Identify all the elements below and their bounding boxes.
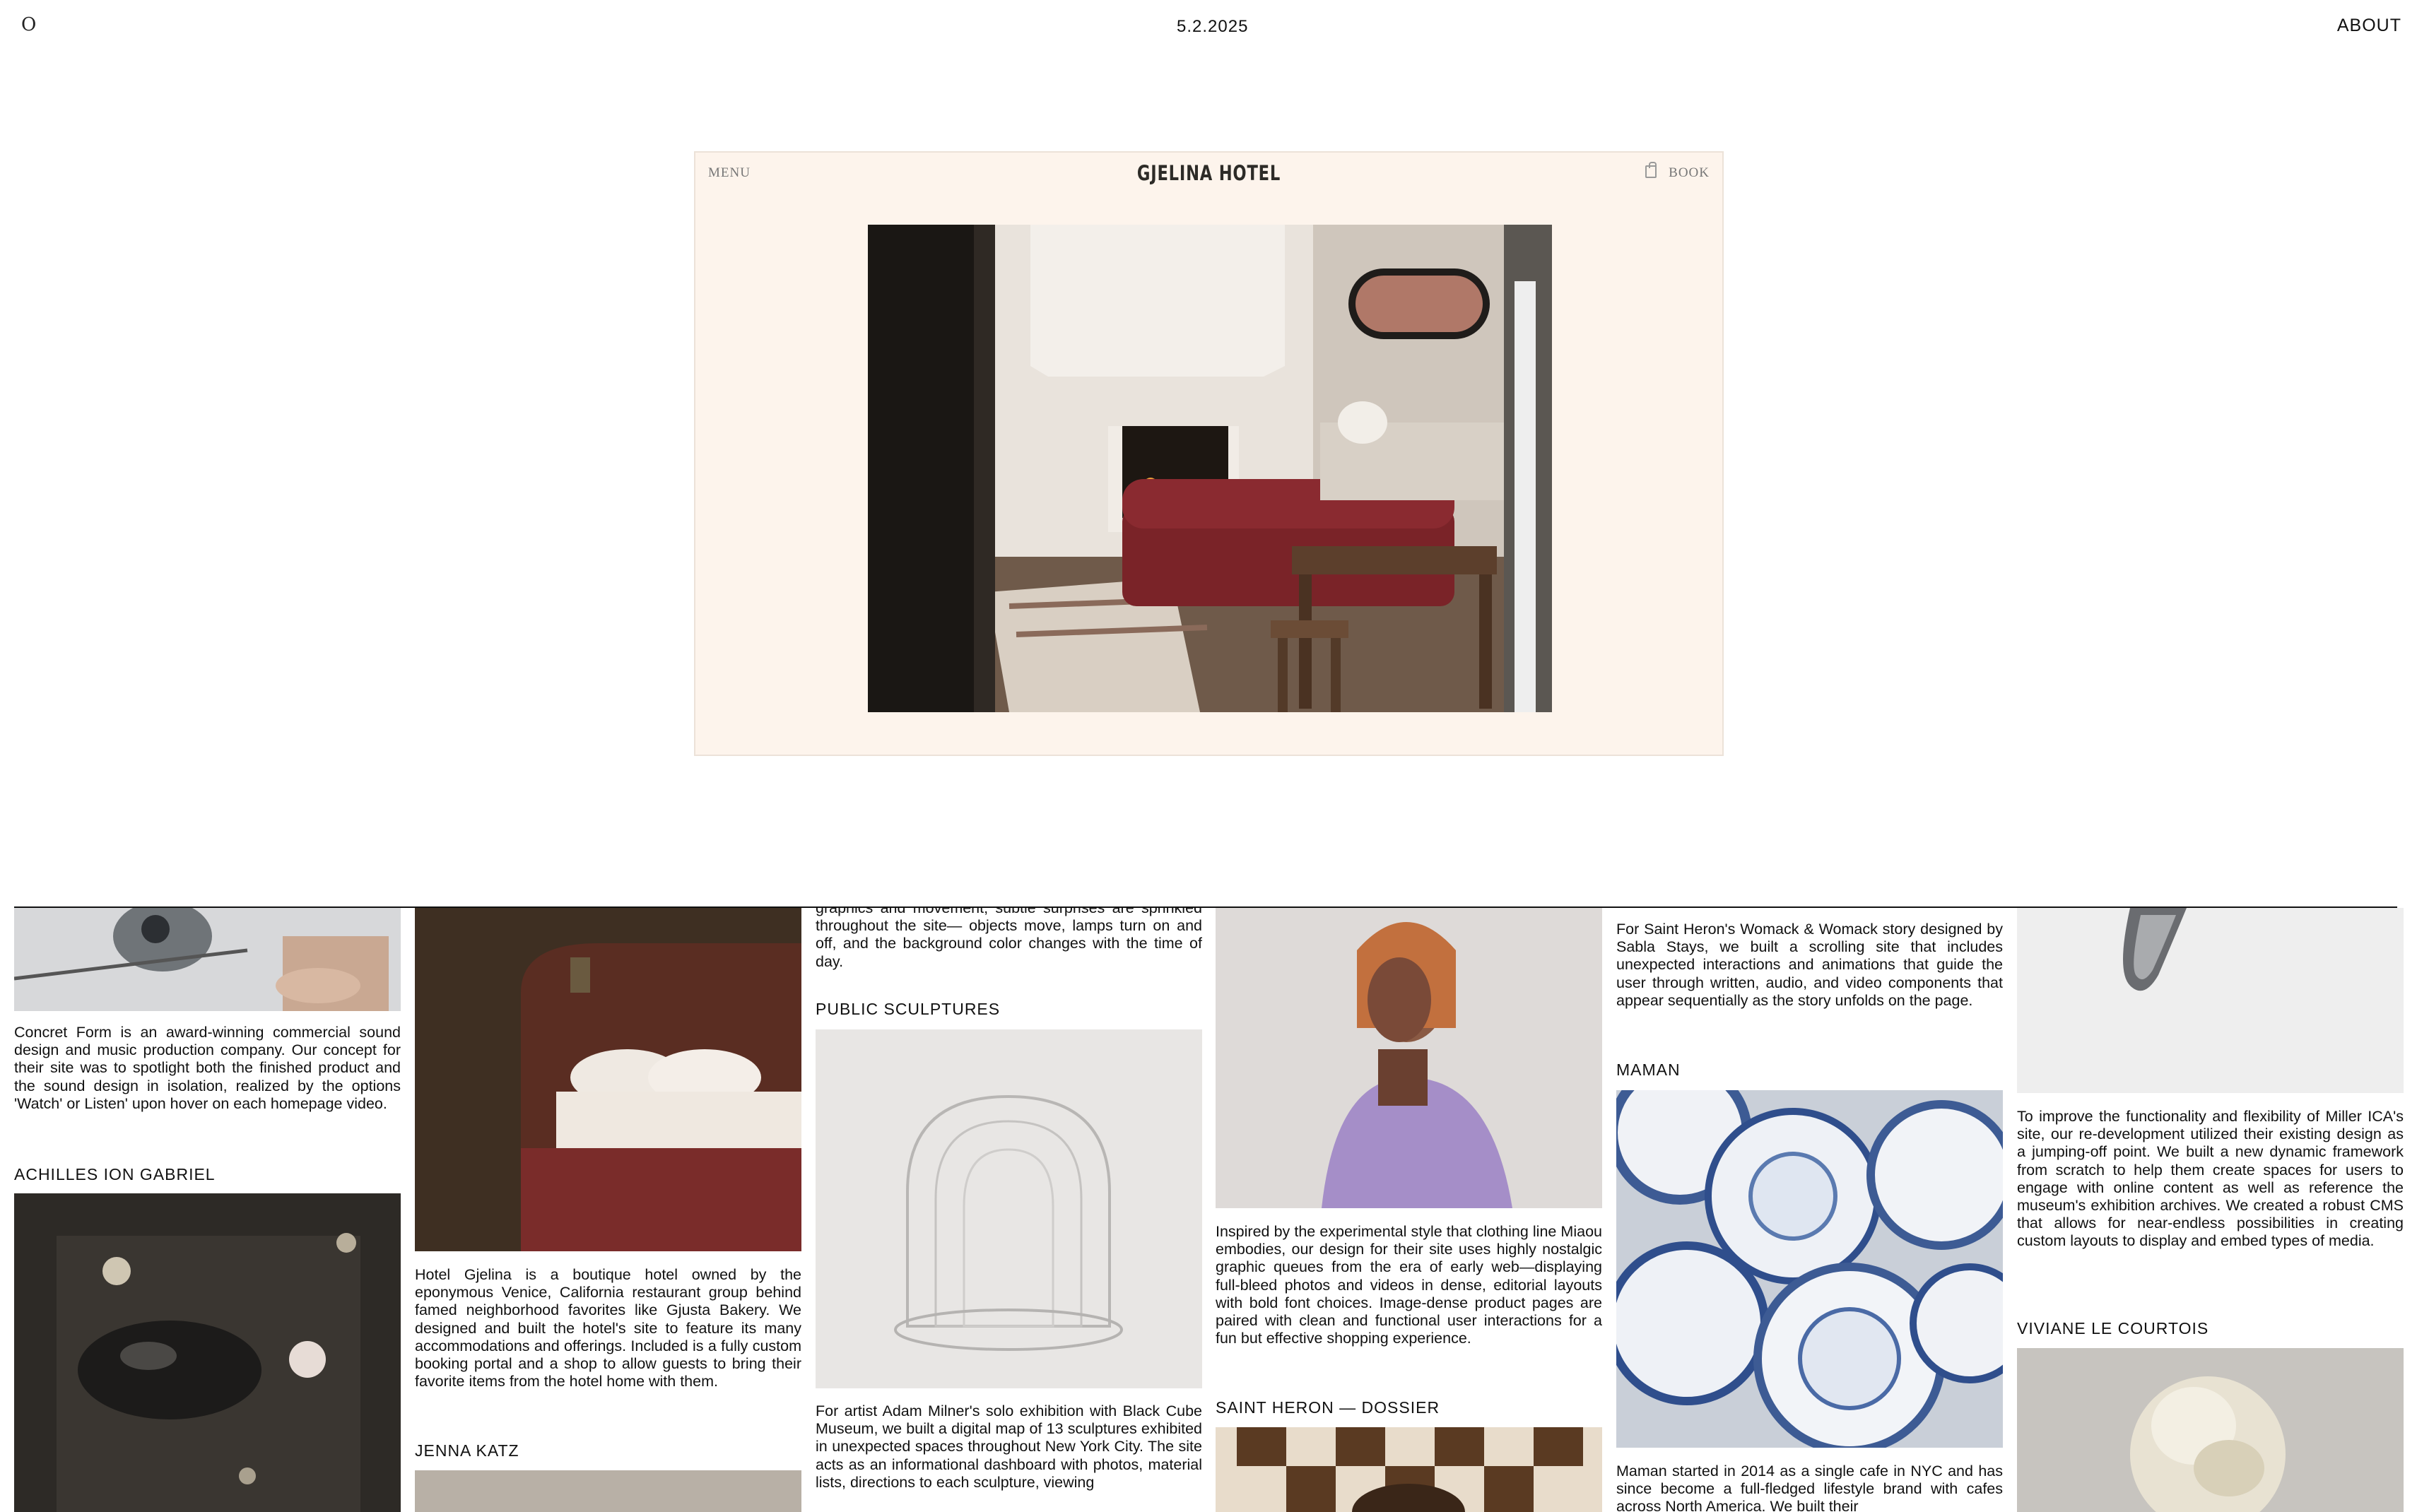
project-image-viviane-le-courtois[interactable] [2017, 1348, 2404, 1512]
project-image-achilles[interactable] [14, 1193, 401, 1512]
project-image-miller-ica[interactable] [2017, 908, 2404, 1093]
site-logo[interactable]: O [21, 14, 36, 35]
project-column: Concret Form is an award-winning commerc… [14, 908, 401, 1512]
project-image-public-sculptures[interactable] [816, 1029, 1202, 1388]
about-link[interactable]: ABOUT [2337, 16, 2401, 36]
project-title[interactable]: SAINT HERON — DOSSIER [1216, 1398, 1440, 1417]
project-description: For artist Adam Milner's solo exhibition… [816, 1402, 1202, 1491]
project-title[interactable]: ACHILLES ION GABRIEL [14, 1165, 216, 1184]
featured-site-preview[interactable]: MENU GJELINA HOTEL BOOK [694, 151, 1724, 756]
project-description: Hotel Gjelina is a boutique hotel owned … [415, 1266, 801, 1390]
project-image-hotel-gjelina[interactable] [415, 908, 801, 1251]
project-title[interactable]: PUBLIC SCULPTURES [816, 1000, 1000, 1019]
project-description: To improve the functionality and flexibi… [2017, 1108, 2404, 1250]
top-bar: O 5.2.2025 ABOUT [0, 0, 2417, 57]
project-column: Inspired by the experimental style that … [1216, 908, 1602, 1512]
projects-grid: Concret Form is an award-winning commerc… [0, 908, 2417, 1512]
project-description: Maman started in 2014 as a single cafe i… [1616, 1463, 2003, 1512]
project-column: Hotel Gjelina is a boutique hotel owned … [415, 908, 801, 1512]
project-image-maman[interactable] [1616, 1090, 2003, 1448]
project-description-continued: For Saint Heron's Womack & Womack story … [1616, 921, 2003, 1009]
project-title[interactable]: MAMAN [1616, 1061, 1681, 1080]
preview-site-title: GJELINA HOTEL [1136, 161, 1281, 185]
project-description: Inspired by the experimental style that … [1216, 1223, 1602, 1347]
project-title[interactable]: VIVIANE LE COURTOIS [2017, 1319, 2209, 1338]
project-image-saint-heron-dossier[interactable] [1216, 1427, 1602, 1512]
hotel-room-photo [868, 225, 1552, 712]
shopping-bag-icon[interactable] [1645, 162, 1657, 178]
project-description: Concret Form is an award-winning commerc… [14, 1024, 401, 1112]
project-column: For Saint Heron's Womack & Womack story … [1616, 908, 2003, 1512]
current-date: 5.2.2025 [1177, 17, 1249, 36]
project-image-jenna-katz[interactable] [415, 1470, 801, 1512]
project-title[interactable]: JENNA KATZ [415, 1441, 519, 1460]
project-column: To improve the functionality and flexibi… [2017, 908, 2404, 1512]
project-description-continued: graphics and movement; subtle surprises … [816, 908, 1202, 970]
project-image-miaou[interactable] [1216, 908, 1602, 1208]
preview-book-link[interactable]: BOOK [1669, 165, 1710, 181]
project-image-concret-form[interactable] [14, 908, 401, 1011]
preview-menu-link[interactable]: MENU [708, 165, 751, 181]
project-column: graphics and movement; subtle surprises … [816, 908, 1202, 1512]
